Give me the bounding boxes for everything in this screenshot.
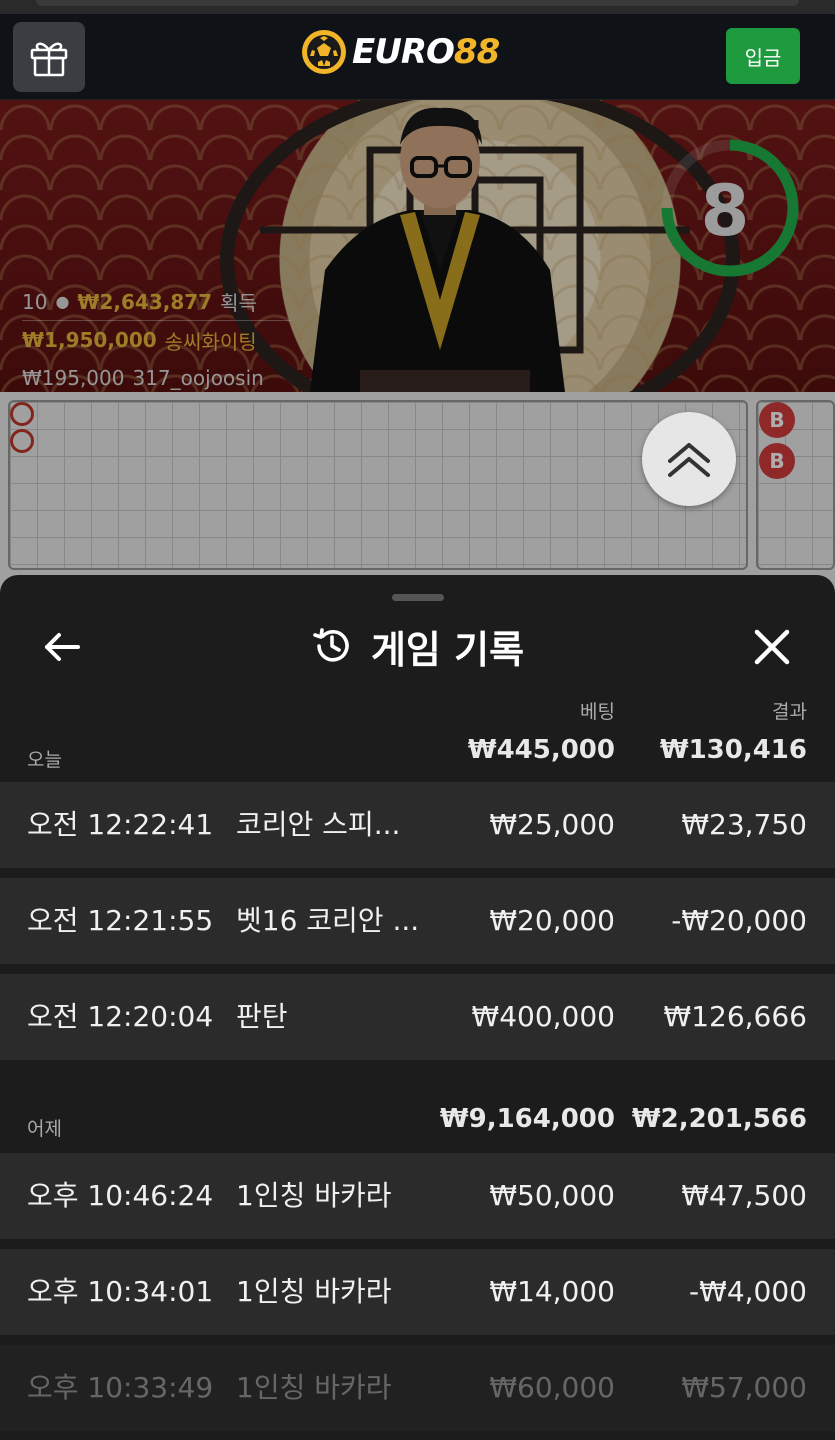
history-row[interactable]: 오전 12:22:41 코리안 스피... ₩25,000 ₩23,750 [0, 782, 835, 868]
game-history-sheet: 게임 기록 베팅 결과 오늘 ₩445,000 ₩130,416 오전 12:2… [0, 575, 835, 1440]
app-screen: EURO88 입금 8 10 ● ₩2,643,877 획득 ₩1,950,00… [0, 0, 835, 1440]
history-row[interactable]: 오후 10:33:49 1인칭 바카라 ₩60,000 ₩57,000 [0, 1345, 835, 1431]
gift-button[interactable] [13, 22, 85, 92]
row-result: -₩4,000 [689, 1275, 807, 1308]
row-game: 코리안 스피... [236, 808, 401, 841]
row-bet: ₩400,000 [471, 1000, 615, 1033]
group-label-yesterday: 어제 [27, 1118, 62, 1140]
history-icon [313, 628, 349, 662]
row-result: ₩126,666 [663, 1000, 807, 1033]
history-row[interactable]: 오전 12:21:55 벳16 코리안 ... ₩20,000 -₩20,000 [0, 878, 835, 964]
gift-icon [30, 42, 68, 77]
row-time: 오후 10:46:24 [27, 1179, 214, 1212]
row-game: 1인칭 바카라 [236, 1275, 392, 1308]
row-game: 벳16 코리안 ... [236, 904, 420, 937]
history-row[interactable]: 오후 10:34:01 1인칭 바카라 ₩14,000 -₩4,000 [0, 1249, 835, 1335]
group-total-bet: ₩9,164,000 [439, 1104, 615, 1134]
group-total-bet: ₩445,000 [467, 735, 615, 765]
double-chevron-up-icon [668, 443, 710, 477]
column-header-bet: 베팅 [580, 701, 615, 723]
row-time: 오후 10:33:49 [27, 1371, 214, 1404]
expand-up-button[interactable] [642, 412, 736, 506]
row-result: -₩20,000 [671, 904, 807, 937]
close-button[interactable] [752, 627, 792, 667]
brand-logo[interactable]: EURO88 [300, 26, 500, 78]
soccer-ball-icon [302, 30, 346, 74]
group-total-result: ₩2,201,566 [631, 1104, 807, 1134]
status-sliver [0, 0, 835, 14]
row-game: 1인칭 바카라 [236, 1371, 392, 1404]
row-result: ₩57,000 [681, 1371, 807, 1404]
row-bet: ₩60,000 [489, 1371, 615, 1404]
row-bet: ₩20,000 [489, 904, 615, 937]
modal-dim-overlay[interactable] [0, 100, 835, 592]
deposit-button[interactable]: 입금 [726, 28, 800, 84]
row-time: 오전 12:22:41 [27, 808, 214, 841]
row-game: 1인칭 바카라 [236, 1179, 392, 1212]
row-bet: ₩50,000 [489, 1179, 615, 1212]
row-bet: ₩25,000 [489, 808, 615, 841]
brand-wordmark: EURO88 [352, 32, 500, 72]
row-bet: ₩14,000 [489, 1275, 615, 1308]
sheet-title: 게임 기록 [370, 627, 525, 672]
group-label-today: 오늘 [27, 749, 62, 771]
sheet-header: 게임 기록 [0, 615, 835, 677]
row-time: 오전 12:20:04 [27, 1000, 214, 1033]
sheet-title-group: 게임 기록 [0, 615, 835, 677]
row-result: ₩23,750 [681, 808, 807, 841]
group-total-result: ₩130,416 [659, 735, 807, 765]
sheet-drag-handle[interactable] [392, 594, 444, 601]
close-icon [754, 629, 790, 665]
row-time: 오후 10:34:01 [27, 1275, 214, 1308]
row-time: 오전 12:21:55 [27, 904, 214, 937]
row-game: 판탄 [236, 1000, 288, 1033]
column-header-result: 결과 [772, 701, 807, 723]
row-result: ₩47,500 [681, 1179, 807, 1212]
history-row[interactable]: 오후 10:46:24 1인칭 바카라 ₩50,000 ₩47,500 [0, 1153, 835, 1239]
top-header: EURO88 입금 [0, 14, 835, 100]
history-row[interactable]: 오전 12:20:04 판탄 ₩400,000 ₩126,666 [0, 974, 835, 1060]
